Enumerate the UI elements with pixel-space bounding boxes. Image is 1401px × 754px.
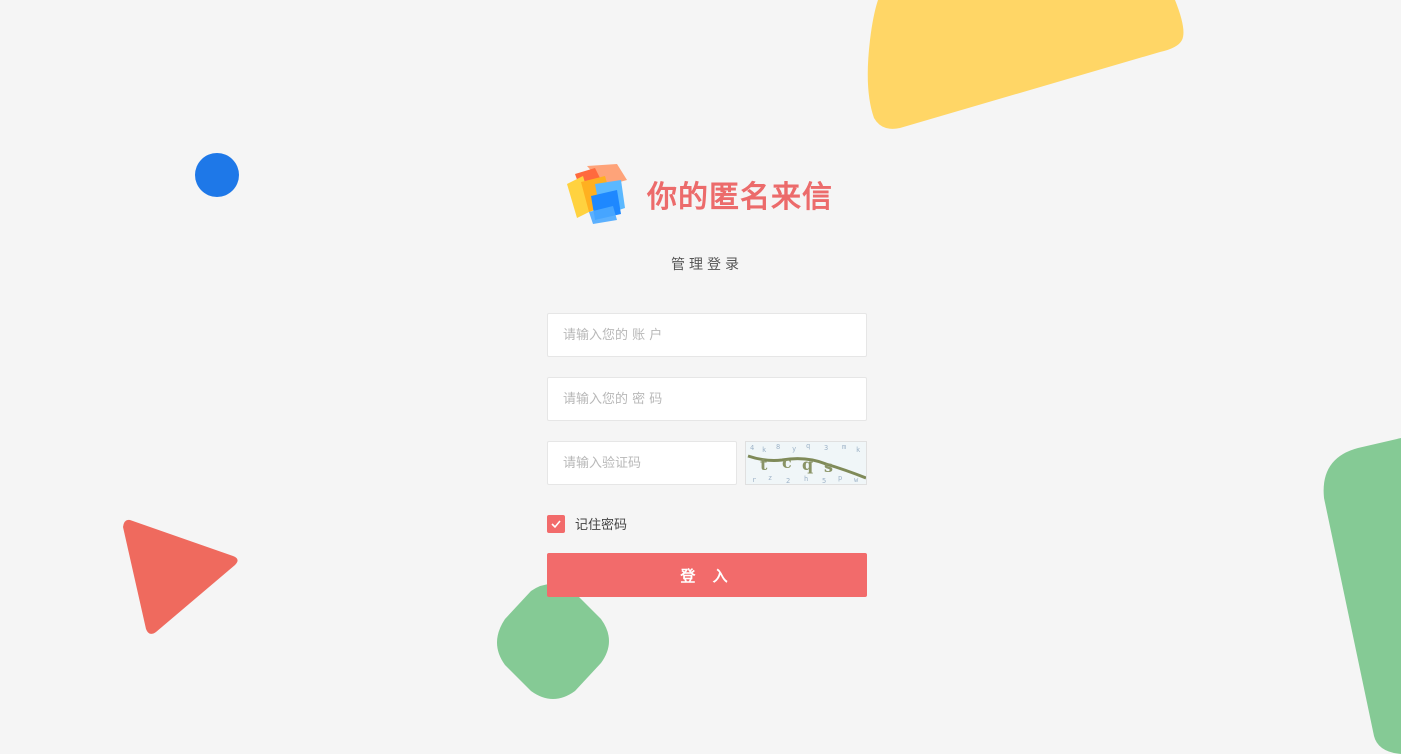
svg-text:m: m bbox=[842, 443, 846, 451]
svg-text:k: k bbox=[762, 446, 767, 454]
svg-text:5: 5 bbox=[822, 477, 826, 485]
svg-text:h: h bbox=[804, 475, 808, 483]
svg-text:3: 3 bbox=[824, 444, 828, 452]
svg-text:w: w bbox=[854, 476, 859, 484]
svg-text:y: y bbox=[792, 445, 796, 453]
remember-password-label: 记住密码 bbox=[575, 518, 628, 533]
svg-text:2: 2 bbox=[786, 477, 790, 485]
captcha-input[interactable] bbox=[547, 441, 737, 485]
svg-text:8: 8 bbox=[776, 443, 780, 451]
red-triangle-decoration bbox=[123, 519, 238, 634]
captcha-image[interactable]: 4k8 yq3 mk rz2 h5p w tcqs bbox=[745, 441, 867, 485]
remember-password-checkbox[interactable]: 记住密码 bbox=[547, 514, 627, 533]
page-subtitle: 管理登录 bbox=[671, 257, 743, 273]
svg-text:k: k bbox=[856, 446, 861, 454]
svg-text:t: t bbox=[760, 455, 768, 474]
svg-text:r: r bbox=[752, 476, 756, 484]
svg-text:q: q bbox=[806, 442, 810, 450]
svg-text:c: c bbox=[782, 453, 792, 472]
app-title: 你的匿名来信 bbox=[647, 180, 833, 215]
green-slab-decoration bbox=[1323, 438, 1401, 754]
cube-logo-icon bbox=[567, 164, 627, 224]
captcha-noise-graphic: 4k8 yq3 mk rz2 h5p w tcqs bbox=[747, 442, 866, 485]
brand-header: 你的匿名来信 bbox=[565, 162, 833, 226]
yellow-blob-decoration bbox=[867, 0, 1184, 129]
login-button[interactable]: 登 入 bbox=[547, 553, 867, 597]
password-input[interactable] bbox=[547, 377, 867, 421]
svg-text:z: z bbox=[768, 474, 772, 482]
green-blob-decoration bbox=[497, 584, 609, 699]
svg-text:s: s bbox=[824, 457, 833, 476]
svg-text:4: 4 bbox=[750, 444, 754, 452]
checkbox-checked-icon[interactable] bbox=[547, 514, 565, 533]
blue-dot-decoration bbox=[195, 153, 239, 197]
svg-text:q: q bbox=[802, 455, 813, 474]
account-input[interactable] bbox=[547, 313, 867, 357]
login-page: 你的匿名来信 管理登录 4k8 yq3 mk rz2 h5p w tcqs bbox=[0, 0, 1401, 754]
svg-text:p: p bbox=[838, 474, 842, 482]
